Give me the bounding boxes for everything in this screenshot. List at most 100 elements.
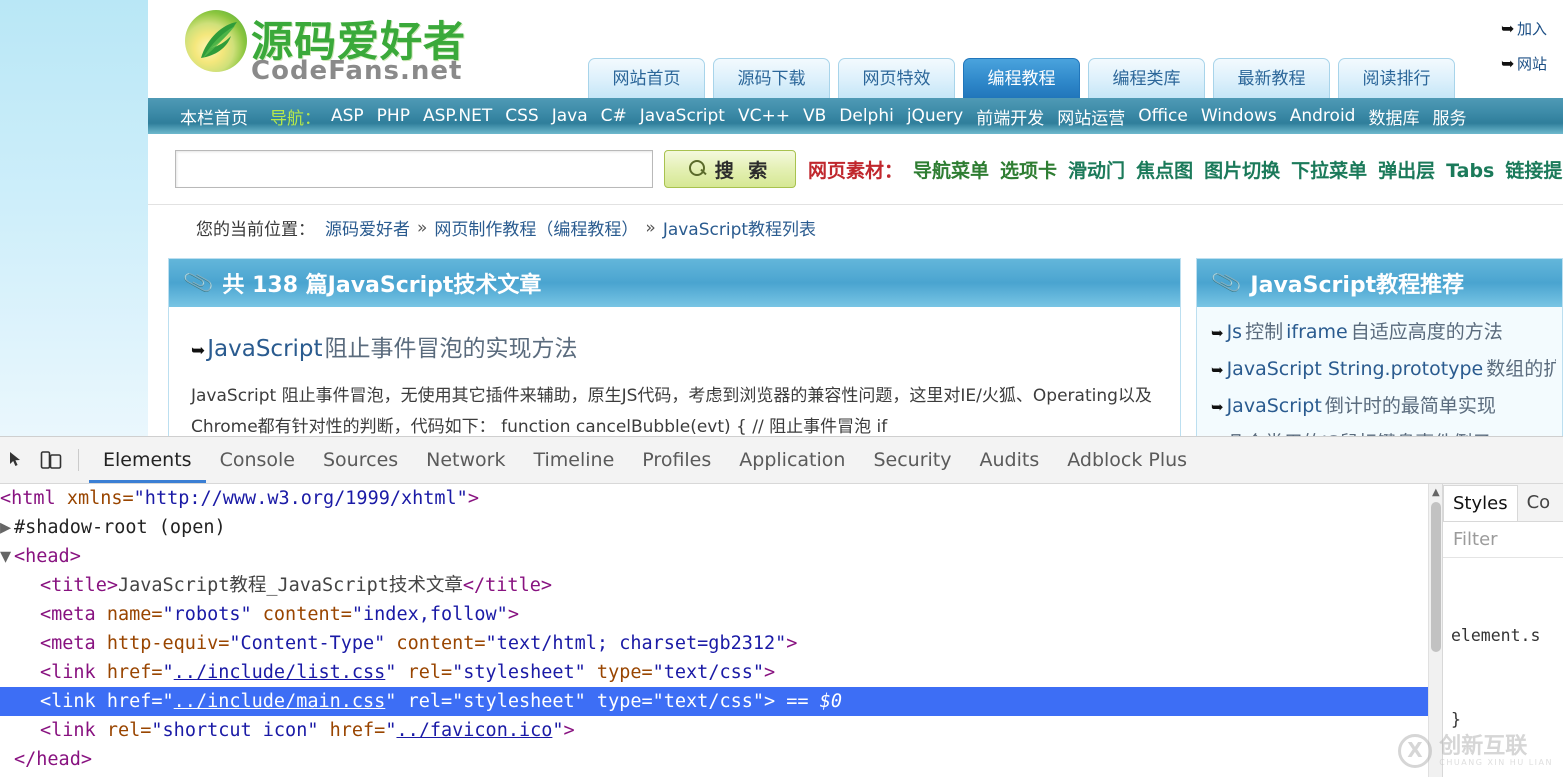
material-link-tabs-cn[interactable]: 选项卡 [1000, 156, 1057, 183]
styles-filter-input[interactable]: Filter [1443, 522, 1563, 558]
dom-line-meta-content-type[interactable]: <meta http-equiv="Content-Type" content=… [0, 629, 1428, 658]
search-icon [688, 160, 707, 178]
dom-attr-href: href= [318, 720, 386, 741]
dom-line-link-main-css-selected[interactable]: <link href="../include/main.css" rel="st… [0, 687, 1428, 716]
dom-val-favicon-link[interactable]: ../favicon.ico [396, 720, 552, 741]
nav-item-windows[interactable]: Windows [1201, 106, 1277, 126]
dom-attr-http-equiv: http-equiv= [95, 633, 230, 654]
devtools-tab-security[interactable]: Security [859, 437, 965, 483]
material-link-sliding-door[interactable]: 滑动门 [1068, 156, 1125, 183]
devtools-tab-timeline[interactable]: Timeline [520, 437, 629, 483]
breadcrumb-item-current[interactable]: JavaScript教程列表 [663, 215, 816, 240]
dom-line-head[interactable]: ▼ <head> [0, 542, 1428, 571]
expand-triangle-icon[interactable]: ▶ [0, 513, 14, 542]
dom-tag-title-open: <title> [40, 575, 118, 596]
dom-tag-head: <head> [14, 546, 81, 567]
nav-item-frontend[interactable]: 前端开发 [976, 104, 1044, 129]
tab-reading-ranking[interactable]: 阅读排行 [1338, 58, 1455, 98]
nav-item-server[interactable]: 服务 [1432, 104, 1466, 129]
recommended-item-2[interactable]: ➥ JavaScript String.prototype 数组的扩 [1211, 354, 1556, 381]
recommended-item-4[interactable]: ➥几个常用的JS鼠标键盘事件例子 [1211, 428, 1556, 436]
nav-item-jquery[interactable]: jQuery [907, 106, 963, 126]
nav-item-delphi[interactable]: Delphi [839, 106, 894, 126]
nav-section-home[interactable]: 本栏首页 [180, 104, 248, 129]
tab-source-download[interactable]: 源码下载 [713, 58, 830, 98]
devtools-tab-network[interactable]: Network [412, 437, 519, 483]
scroll-up-arrow-icon[interactable]: ▲ [1432, 487, 1440, 498]
nav-item-asp[interactable]: ASP [331, 106, 364, 126]
dom-line-html[interactable]: <html xmlns="http://www.w3.org/1999/xhtm… [0, 484, 1428, 513]
dom-attr-xmlns: xmlns= [55, 488, 134, 509]
breadcrumb-item-home[interactable]: 源码爱好者 [325, 215, 410, 240]
rec-3-strong: JavaScript [1226, 395, 1322, 417]
inspect-element-icon[interactable] [0, 443, 34, 477]
dom-val-list-css-link[interactable]: ../include/list.css [174, 662, 386, 683]
dom-line-shadow-root[interactable]: ▶ #shadow-root (open) [0, 513, 1428, 542]
nav-item-vb[interactable]: VB [803, 106, 826, 126]
dom-tag-close: > [563, 720, 575, 741]
tab-home[interactable]: 网站首页 [588, 58, 705, 98]
material-link-nav-menu[interactable]: 导航菜单 [913, 156, 989, 183]
style-rule-element-style[interactable]: element.s [1451, 622, 1563, 650]
dom-line-head-close[interactable]: </head> [0, 745, 1428, 774]
corner-link-site[interactable]: ➥ 网站 [1501, 53, 1563, 74]
dom-line-title[interactable]: <title>JavaScript教程_JavaScript技术文章</titl… [0, 571, 1428, 600]
dom-val-main-css-link[interactable]: ../include/main.css [174, 691, 386, 712]
dom-line-link-list-css[interactable]: <link href="../include/list.css" rel="st… [0, 658, 1428, 687]
search-input[interactable] [175, 150, 653, 188]
devtools-tab-console[interactable]: Console [206, 437, 309, 483]
devtools-tab-application[interactable]: Application [725, 437, 859, 483]
nav-item-office[interactable]: Office [1138, 106, 1188, 126]
nav-item-java[interactable]: Java [552, 106, 588, 126]
article-title-link[interactable]: ➥ JavaScript 阻止事件冒泡的实现方法 [191, 329, 1160, 363]
rec-1-rest2: 自适应高度的方法 [1350, 321, 1503, 343]
dom-attr-content: content= [251, 604, 352, 625]
material-link-popup-layer[interactable]: 弹出层 [1378, 156, 1435, 183]
corner-link-join[interactable]: ➥ 加入 [1501, 18, 1563, 39]
devtools-tab-adblock-plus[interactable]: Adblock Plus [1053, 437, 1201, 483]
recommended-item-1[interactable]: ➥ Js 控制 iframe 自适应高度的方法 [1211, 317, 1556, 344]
devtools-tab-sources[interactable]: Sources [309, 437, 412, 483]
nav-item-vcpp[interactable]: VC++ [738, 106, 790, 126]
nav-item-site-ops[interactable]: 网站运营 [1057, 104, 1125, 129]
nav-item-csharp[interactable]: C# [601, 106, 627, 126]
tab-web-effects[interactable]: 网页特效 [838, 58, 955, 98]
watermark-text-en: CHUANG XIN HU LIAN [1439, 757, 1553, 767]
tab-programming-libraries[interactable]: 编程类库 [1088, 58, 1205, 98]
nav-item-database[interactable]: 数据库 [1368, 104, 1419, 129]
tab-latest-tutorials[interactable]: 最新教程 [1213, 58, 1330, 98]
dom-line-meta-robots[interactable]: <meta name="robots" content="index,follo… [0, 600, 1428, 629]
scrollbar-thumb[interactable] [1431, 502, 1441, 652]
recommended-item-3[interactable]: ➥ JavaScript 倒计时的最简单实现 [1211, 391, 1556, 418]
nav-item-php[interactable]: PHP [377, 106, 410, 126]
watermark-text-cn: 创新互联 [1439, 733, 1528, 759]
materials-row: 网页素材： 导航菜单 选项卡 滑动门 焦点图 图片切换 下拉菜单 弹出层 Tab… [808, 156, 1563, 183]
breadcrumb-item-category[interactable]: 网页制作教程（编程教程） [434, 215, 638, 240]
article-count-title: 共 138 篇JavaScript技术文章 [222, 273, 542, 298]
styles-sidebar-tabs: Styles Co [1443, 484, 1563, 522]
rec-1-strong2: iframe [1286, 321, 1348, 343]
material-link-focus-slider[interactable]: 焦点图 [1136, 156, 1193, 183]
toggle-device-toolbar-icon[interactable] [34, 443, 68, 477]
devtools-tab-audits[interactable]: Audits [965, 437, 1053, 483]
material-link-link-tip[interactable]: 链接提 [1505, 156, 1562, 183]
tab-programming-tutorials[interactable]: 编程教程 [963, 58, 1080, 98]
nav-item-aspnet[interactable]: ASP.NET [423, 106, 492, 126]
arrow-bullet-icon: ➥ [1211, 398, 1224, 416]
rec-2-strong: JavaScript String.prototype [1226, 358, 1484, 380]
material-link-dropdown-menu[interactable]: 下拉菜单 [1291, 156, 1367, 183]
material-link-image-switch[interactable]: 图片切换 [1204, 156, 1280, 183]
nav-item-css[interactable]: CSS [505, 106, 538, 126]
site-logo[interactable]: 源码爱好者 CodeFans.net [185, 8, 505, 86]
dom-line-link-favicon[interactable]: <link rel="shortcut icon" href="../favic… [0, 716, 1428, 745]
styles-tab-styles[interactable]: Styles [1443, 485, 1518, 521]
nav-item-javascript[interactable]: JavaScript [640, 106, 725, 126]
material-link-tabs[interactable]: Tabs [1446, 160, 1494, 182]
search-button[interactable]: 搜 索 [664, 150, 796, 188]
dom-tree[interactable]: <html xmlns="http://www.w3.org/1999/xhtm… [0, 484, 1428, 777]
nav-item-android[interactable]: Android [1290, 106, 1356, 126]
devtools-tab-elements[interactable]: Elements [89, 437, 206, 483]
collapse-triangle-icon[interactable]: ▼ [0, 542, 14, 571]
devtools-tab-profiles[interactable]: Profiles [628, 437, 725, 483]
styles-tab-computed[interactable]: Co [1518, 485, 1560, 521]
